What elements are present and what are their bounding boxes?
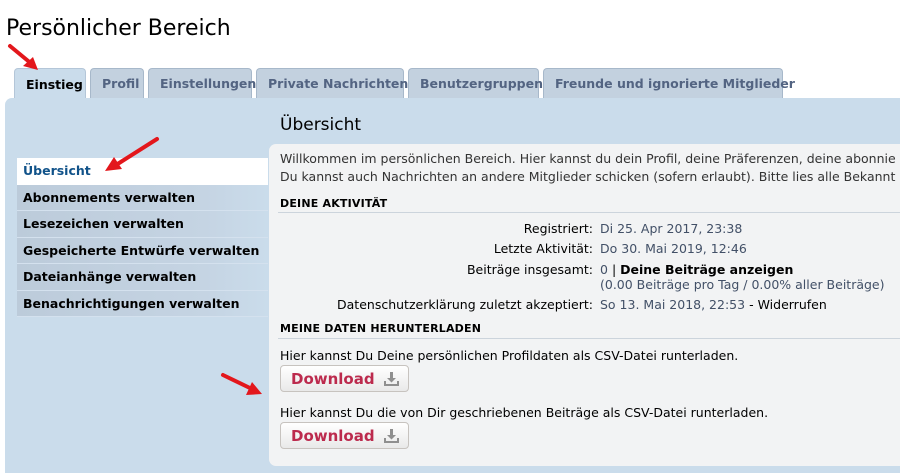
privacy-value-row: So 13. Mai 2018, 22:53 - Widerrufen: [600, 297, 827, 312]
sidebar-item-entwuerfe[interactable]: Gespeicherte Entwürfe verwalten: [17, 237, 268, 264]
posts-separator: |: [611, 262, 617, 277]
divider: [278, 338, 900, 339]
show-posts-link[interactable]: Deine Beiträge anzeigen: [620, 262, 793, 277]
intro-line-2: Du kannst auch Nachrichten an andere Mit…: [280, 169, 896, 184]
last-active-label: Letzte Aktivität:: [493, 241, 593, 256]
download-button-label: Download: [291, 426, 375, 445]
posts-label: Beiträge insgesamt:: [466, 262, 593, 277]
revoke-link[interactable]: Widerrufen: [758, 297, 827, 312]
tab-freunde-ignorierte[interactable]: Freunde und ignorierte Mitglieder: [543, 68, 795, 98]
divider: [278, 212, 900, 213]
download-icon: [383, 428, 399, 443]
posts-stats: (0.00 Beiträge pro Tag / 0.00% aller Bei…: [600, 277, 885, 292]
posts-value: 0 | Deine Beiträge anzeigen: [600, 262, 793, 277]
section-title: Übersicht: [280, 115, 362, 135]
posts-count: 0: [600, 262, 608, 277]
privacy-dash: -: [749, 297, 754, 312]
posts-download-button[interactable]: Download: [280, 422, 409, 449]
page-title: Persönlicher Bereich: [6, 16, 231, 41]
privacy-label: Datenschutzerklärung zuletzt akzeptiert:: [337, 297, 593, 312]
activity-heading: DEINE AKTIVITÄT: [280, 197, 388, 210]
sidebar-item-lesezeichen[interactable]: Lesezeichen verwalten: [17, 211, 268, 238]
annotation-arrow-icon: [221, 373, 262, 395]
download-button-label: Download: [291, 369, 375, 388]
tab-bar: Einstieg Profil Einstellungen Private Na…: [14, 68, 795, 99]
profile-download-desc: Hier kannst Du Deine persönlichen Profil…: [280, 348, 739, 363]
privacy-value: So 13. Mai 2018, 22:53: [600, 297, 746, 312]
intro-text: Willkommen im persönlichen Bereich. Hier…: [280, 150, 896, 186]
intro-line-1: Willkommen im persönlichen Bereich. Hier…: [280, 151, 896, 166]
annotation-arrow-icon: [105, 137, 159, 171]
tab-einstellungen[interactable]: Einstellungen: [148, 68, 256, 98]
posts-download-desc: Hier kannst Du die von Dir geschriebenen…: [280, 405, 769, 420]
annotation-arrow-icon: [8, 44, 38, 70]
download-icon: [383, 371, 399, 386]
last-active-value: Do 30. Mai 2019, 12:46: [600, 241, 747, 256]
sidebar-item-dateianhaenge[interactable]: Dateianhänge verwalten: [17, 264, 268, 291]
sidebar-item-abonnements[interactable]: Abonnements verwalten: [17, 184, 268, 211]
registered-label: Registriert:: [523, 221, 593, 236]
registered-value: Di 25. Apr 2017, 23:38: [600, 221, 743, 236]
tab-profil[interactable]: Profil: [90, 68, 144, 98]
tab-private-nachrichten[interactable]: Private Nachrichten: [256, 68, 408, 98]
sidebar-item-benachrichtigungen[interactable]: Benachrichtigungen verwalten: [17, 290, 268, 317]
profile-download-button[interactable]: Download: [280, 365, 409, 392]
tab-benutzergruppen[interactable]: Benutzergruppen: [408, 68, 543, 98]
sidebar-menu: Übersicht Abonnements verwalten Lesezeic…: [17, 158, 268, 317]
download-heading: MEINE DATEN HERUNTERLADEN: [280, 322, 482, 335]
